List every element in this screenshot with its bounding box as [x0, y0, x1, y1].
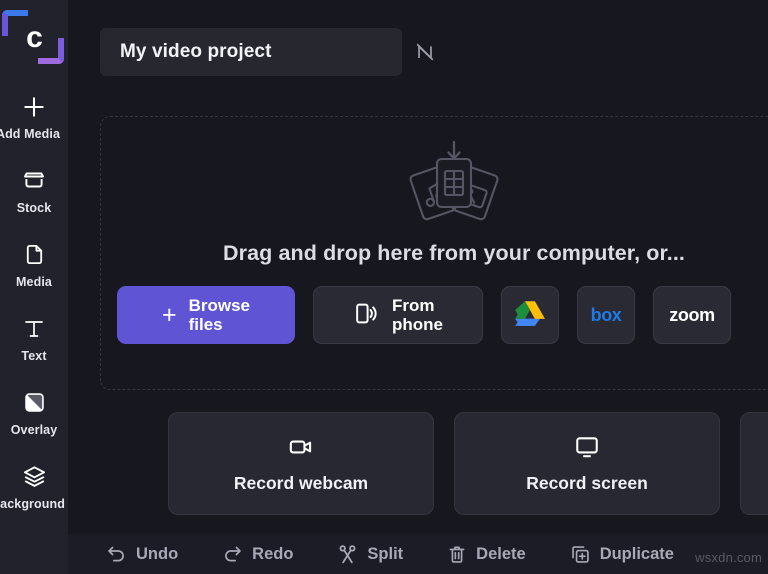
- from-phone-label-line2: phone: [392, 315, 443, 334]
- duplicate-button[interactable]: Duplicate: [570, 544, 674, 565]
- zoom-logo: zoom: [669, 304, 715, 325]
- sidebar-item-background[interactable]: Background: [0, 450, 68, 524]
- text-icon: [21, 316, 47, 342]
- clipchamp-logo: c: [2, 10, 64, 66]
- logo-letter: c: [26, 21, 43, 54]
- main-panel: Drag and drop here from your computer, o…: [68, 0, 768, 574]
- sidebar-item-label: Add Media: [0, 126, 61, 141]
- media-file-icon: [21, 242, 47, 268]
- video-camera-icon: [288, 434, 314, 460]
- logo-bracket-top-left: [2, 10, 28, 36]
- sidebar-item-label: Overlay: [10, 422, 58, 437]
- google-drive-button[interactable]: [501, 286, 559, 344]
- sidebar-item-stock[interactable]: Stock: [0, 154, 68, 228]
- duplicate-icon: [570, 544, 591, 565]
- site-watermark: wsxdn.com: [695, 550, 762, 565]
- record-screen-button[interactable]: Record screen: [454, 412, 720, 515]
- sidebar-item-label: Stock: [16, 200, 52, 215]
- box-button[interactable]: box: [577, 286, 635, 344]
- sidebar-item-label: Background: [0, 496, 65, 511]
- google-drive-icon: [515, 300, 545, 330]
- title-bar: [68, 0, 768, 104]
- split-button[interactable]: Split: [337, 544, 403, 565]
- zoom-button[interactable]: zoom: [653, 286, 731, 344]
- split-label: Split: [367, 544, 404, 563]
- clipchamp-editor-window: c Add Media Stock Media Text Overlay ack…: [0, 0, 768, 574]
- trash-icon: [447, 544, 467, 564]
- browse-files-label-line2: files: [188, 315, 223, 334]
- sidebar-item-overlay[interactable]: Overlay: [0, 376, 68, 450]
- undo-label: Undo: [136, 544, 179, 563]
- browse-files-button[interactable]: + Browse files: [117, 286, 295, 344]
- sidebar-item-text[interactable]: Text: [0, 302, 68, 376]
- layers-icon: [21, 464, 47, 490]
- box-logo: box: [590, 304, 622, 325]
- overlay-icon: [21, 390, 47, 416]
- undo-button[interactable]: Undo: [106, 544, 178, 565]
- record-options-row: Record webcam Record screen AI vide: [168, 412, 768, 515]
- stock-icon: [21, 168, 47, 194]
- duplicate-label: Duplicate: [599, 544, 674, 563]
- sidebar-item-label: Text: [21, 348, 47, 363]
- redo-button[interactable]: Redo: [222, 544, 293, 565]
- dropzone-caption: Drag and drop here from your computer, o…: [223, 241, 685, 265]
- plus-icon: [21, 94, 47, 120]
- project-name-input[interactable]: [100, 28, 402, 76]
- sidebar-item-label: Media: [16, 274, 52, 289]
- undo-icon: [106, 544, 127, 565]
- delete-button[interactable]: Delete: [447, 544, 526, 564]
- left-sidebar: c Add Media Stock Media Text Overlay ack…: [0, 0, 68, 574]
- scissors-icon: [337, 544, 358, 565]
- ai-video-button[interactable]: AI video: [740, 412, 768, 515]
- redo-label: Redo: [252, 544, 294, 563]
- record-webcam-label: Record webcam: [233, 472, 369, 493]
- redo-icon: [222, 544, 243, 565]
- sidebar-item-add-media[interactable]: Add Media: [0, 80, 68, 154]
- from-phone-label-line1: From: [392, 295, 435, 315]
- media-dropzone[interactable]: Drag and drop here from your computer, o…: [100, 116, 768, 390]
- browse-files-label-line1: Browse: [188, 295, 251, 315]
- upload-source-row: + Browse files From phone box zoom: [101, 286, 768, 344]
- editor-bottom-toolbar: Undo Redo Split Delete Duplicate: [68, 534, 768, 574]
- sidebar-item-media[interactable]: Media: [0, 228, 68, 302]
- record-screen-label: Record screen: [526, 472, 648, 493]
- plus-icon: +: [161, 300, 177, 329]
- monitor-icon: [574, 434, 600, 460]
- phone-signal-icon: [353, 301, 378, 329]
- from-phone-button[interactable]: From phone: [313, 286, 483, 344]
- delete-label: Delete: [476, 544, 526, 563]
- record-webcam-button[interactable]: Record webcam: [168, 412, 434, 515]
- no-sync-icon[interactable]: [412, 39, 438, 65]
- media-cards-drop-icon: [399, 139, 509, 225]
